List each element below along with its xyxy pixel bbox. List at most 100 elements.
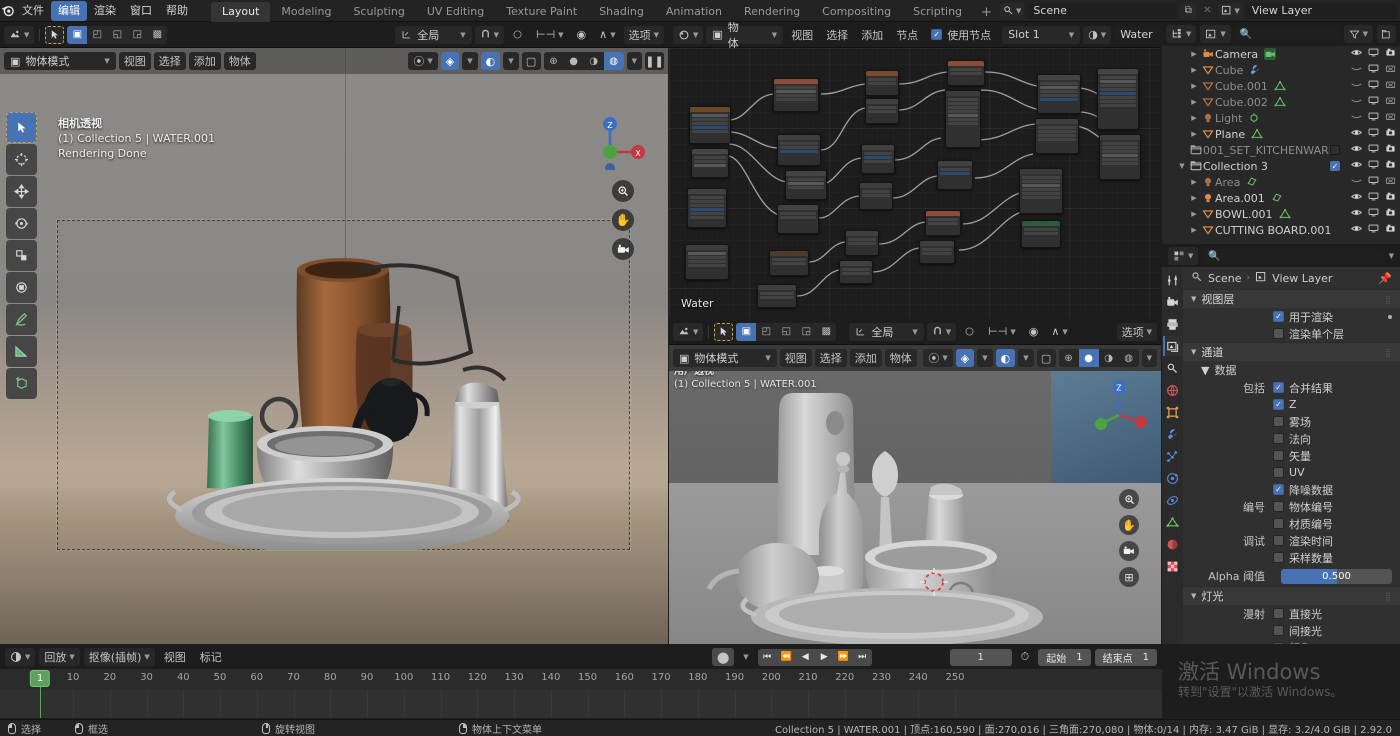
checkbox-渲染时间[interactable] <box>1273 535 1284 546</box>
object-mode-dropdown[interactable]: ▣ 物体模式 ▼ <box>4 52 116 70</box>
rendered-icon[interactable]: ◍ <box>1119 349 1139 367</box>
render-result-surface[interactable]: 相机透视 (1) Collection 5 | WATER.001 Render… <box>0 48 668 644</box>
tab-scripting[interactable]: Scripting <box>902 2 973 22</box>
menu-select[interactable]: 选择 <box>154 52 186 70</box>
shader-node[interactable] <box>859 182 893 210</box>
render-camera-icon[interactable] <box>1385 143 1396 157</box>
play-reverse-icon[interactable]: ◀ <box>796 649 815 666</box>
shader-node[interactable] <box>757 284 797 308</box>
chevron-right-icon[interactable]: ▶ <box>1188 226 1200 234</box>
shader-node[interactable] <box>937 160 973 190</box>
tab-rendering[interactable]: Rendering <box>733 2 811 22</box>
render-disabled-icon[interactable] <box>1385 63 1396 77</box>
eye-closed-icon[interactable] <box>1351 175 1362 189</box>
overlays-icon[interactable]: ◈ <box>441 52 459 70</box>
eye-open-icon[interactable] <box>1351 127 1362 141</box>
screen-icon[interactable] <box>1368 63 1379 77</box>
properties-icon[interactable]: ▼ <box>1168 247 1198 265</box>
transform-orientation-dropdown[interactable]: 全局 ▼ <box>849 323 923 341</box>
scale-icon[interactable] <box>6 240 37 271</box>
viewport-3d-canvas[interactable]: Z ✋ ⊞ 用户透视 (1) Collection 5 | WATER.001 <box>669 371 1161 644</box>
outliner-row-collection-3[interactable]: ▼Collection 3✓ <box>1162 158 1400 174</box>
menu-edit[interactable]: 编辑 <box>51 1 87 21</box>
panel-header-2[interactable]: ▼灯光⣿ <box>1183 586 1400 605</box>
shader-type-dropdown[interactable]: ▣ 物体 ▼ <box>706 26 783 44</box>
outliner-exclude-checkbox[interactable]: ✓ <box>1330 161 1340 171</box>
menu-window[interactable]: 窗口 <box>123 1 159 21</box>
tab-compositing[interactable]: Compositing <box>811 2 902 22</box>
checkbox-降噪数据[interactable]: ✓ <box>1273 484 1284 495</box>
play-icon[interactable]: ▶ <box>815 649 834 666</box>
shader-node[interactable] <box>1021 220 1061 248</box>
outliner-row-area[interactable]: ▶Area <box>1162 174 1400 190</box>
menu-file[interactable]: 文件 <box>15 1 51 21</box>
outliner-row-bowl-001[interactable]: ▶BOWL.001 <box>1162 206 1400 222</box>
timeline-track[interactable] <box>0 690 1162 718</box>
set-new-icon[interactable]: ▣ <box>736 323 756 341</box>
extend-icon[interactable]: ◰ <box>87 26 107 44</box>
outliner-tree[interactable]: ▶Camera▶Cube▶Cube.001▶Cube.002▶Light▶Pla… <box>1162 46 1400 244</box>
shader-node[interactable] <box>1097 68 1139 130</box>
menu-playback[interactable]: 回放▼ <box>39 648 79 666</box>
screen-icon[interactable] <box>1368 47 1379 61</box>
material-preview-icon[interactable]: ◑ <box>584 52 604 70</box>
toggle-render-region-icon[interactable]: ▢ <box>522 52 541 70</box>
eye-open-icon[interactable] <box>1351 223 1362 237</box>
camera-view-icon[interactable] <box>612 238 634 260</box>
solid-icon[interactable]: ● <box>1079 349 1099 367</box>
render-camera-icon[interactable] <box>1385 191 1396 205</box>
checkbox-用于渲染[interactable]: ✓ <box>1273 311 1284 322</box>
checkbox-间接光[interactable] <box>1273 625 1284 636</box>
shading-mode-group[interactable]: ⊕ ● ◑ ◍ <box>544 52 624 70</box>
render-disabled-icon[interactable] <box>1385 79 1396 93</box>
shader-node[interactable] <box>1099 134 1141 180</box>
checkbox-渲染单个层[interactable] <box>1273 328 1284 339</box>
checkbox-材质编号[interactable] <box>1273 518 1284 529</box>
checkbox-Z[interactable]: ✓ <box>1273 399 1284 410</box>
tab-animation[interactable]: Animation <box>655 2 733 22</box>
annotate-icon[interactable] <box>6 304 37 335</box>
chevron-right-icon[interactable]: ▶ <box>1188 178 1200 186</box>
show-gizmo-icon[interactable]: ⦿▼ <box>923 349 952 367</box>
editor-type-icon[interactable]: ▼ <box>4 26 34 44</box>
menu-view[interactable]: 视图 <box>786 26 818 44</box>
intersect-icon[interactable]: ▩ <box>816 323 836 341</box>
invert-icon[interactable]: ◲ <box>796 323 816 341</box>
transform-icon[interactable] <box>6 272 37 303</box>
tab-uv-editing[interactable]: UV Editing <box>416 2 495 22</box>
material-preview-icon[interactable]: ◑ <box>1099 349 1119 367</box>
outliner-icon[interactable]: ▼ <box>1166 25 1196 43</box>
outliner-row-camera[interactable]: ▶Camera <box>1162 46 1400 62</box>
render-disabled-icon[interactable] <box>1385 175 1396 189</box>
material-slot-dropdown[interactable]: Slot 1 ▼ <box>1002 26 1080 44</box>
menu-select[interactable]: 选择 <box>815 349 847 367</box>
chevron-right-icon[interactable]: ▶ <box>1188 114 1200 122</box>
tab-texture-paint[interactable]: Texture Paint <box>495 2 588 22</box>
menu-view[interactable]: 视图 <box>159 648 191 666</box>
select-mode-group[interactable]: ▣ ◰ ◱ ◲ ▩ <box>736 323 836 341</box>
tab-tool[interactable] <box>1163 270 1182 290</box>
mesh-data-icon[interactable] <box>1274 80 1286 92</box>
eye-open-icon[interactable] <box>1351 191 1362 205</box>
timeline-icon[interactable]: ▼ <box>5 648 35 666</box>
subtract-icon[interactable]: ◱ <box>107 26 127 44</box>
tab-constraints[interactable] <box>1163 490 1182 510</box>
navigation-gizmo[interactable]: Z X <box>588 112 646 170</box>
next-keyframe-icon[interactable]: ⏩ <box>834 649 853 666</box>
area-light-icon[interactable] <box>1246 176 1258 188</box>
menu-add[interactable]: 添加 <box>850 349 882 367</box>
screen-icon[interactable] <box>1368 111 1379 125</box>
xray-icon[interactable]: ◐ <box>996 349 1016 367</box>
chevron-down-icon[interactable]: ▼ <box>1389 252 1394 260</box>
outliner-row-light[interactable]: ▶Light <box>1162 110 1400 126</box>
pan-hand-icon[interactable]: ✋ <box>612 209 634 231</box>
checkbox-直接光[interactable] <box>1273 608 1284 619</box>
pivot-point-icon[interactable]: ◉ <box>1024 323 1044 341</box>
stopwatch-icon[interactable]: ⏱ <box>1016 648 1035 666</box>
falloff-icon[interactable]: ∧▼ <box>594 26 620 44</box>
eye-closed-icon[interactable] <box>1351 95 1362 109</box>
shader-node[interactable] <box>865 98 899 124</box>
material-name-field[interactable]: Water <box>1114 26 1159 44</box>
shader-node[interactable] <box>925 210 961 236</box>
menu-view[interactable]: 视图 <box>119 52 151 70</box>
